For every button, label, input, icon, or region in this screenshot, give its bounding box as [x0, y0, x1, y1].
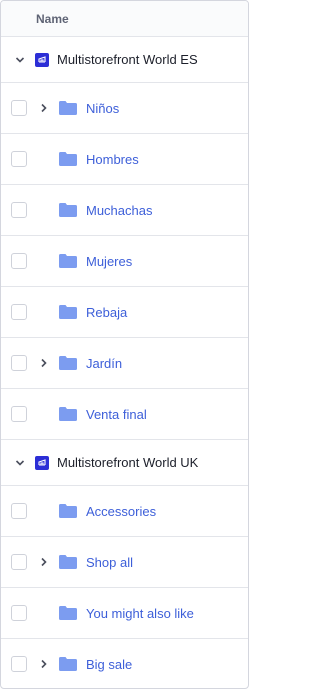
row-checkbox[interactable]: [11, 605, 27, 621]
row-checkbox[interactable]: [11, 355, 27, 371]
chevron-right-icon[interactable]: [39, 358, 49, 368]
chevron-placeholder: [39, 154, 49, 164]
category-link[interactable]: Venta final: [86, 407, 147, 422]
column-header-name[interactable]: Name: [1, 1, 248, 37]
store-group-label: Multistorefront World ES: [57, 52, 198, 67]
row-checkbox[interactable]: [11, 656, 27, 672]
category-link[interactable]: Jardín: [86, 356, 122, 371]
row-checkbox[interactable]: [11, 202, 27, 218]
folder-icon: [59, 555, 77, 569]
category-row[interactable]: Mujeres: [1, 236, 248, 287]
category-row[interactable]: Accessories: [1, 486, 248, 537]
category-row[interactable]: You might also like: [1, 588, 248, 639]
category-link[interactable]: Shop all: [86, 555, 133, 570]
folder-icon: [59, 606, 77, 620]
chevron-down-icon[interactable]: [15, 55, 25, 65]
category-row[interactable]: Muchachas: [1, 185, 248, 236]
row-checkbox[interactable]: [11, 100, 27, 116]
folder-icon: [59, 203, 77, 217]
chevron-placeholder: [39, 608, 49, 618]
store-group-row[interactable]: Multistorefront World ES: [1, 37, 248, 83]
store-group-row[interactable]: Multistorefront World UK: [1, 440, 248, 486]
category-link[interactable]: Niños: [86, 101, 119, 116]
category-link[interactable]: You might also like: [86, 606, 194, 621]
chevron-right-icon[interactable]: [39, 557, 49, 567]
row-checkbox[interactable]: [11, 151, 27, 167]
folder-icon: [59, 657, 77, 671]
row-checkbox[interactable]: [11, 554, 27, 570]
folder-icon: [59, 407, 77, 421]
folder-icon: [59, 504, 77, 518]
category-row[interactable]: Jardín: [1, 338, 248, 389]
category-link[interactable]: Accessories: [86, 504, 156, 519]
chevron-placeholder: [39, 506, 49, 516]
category-link[interactable]: Hombres: [86, 152, 139, 167]
folder-icon: [59, 305, 77, 319]
chevron-right-icon[interactable]: [39, 103, 49, 113]
category-row[interactable]: Venta final: [1, 389, 248, 440]
category-tree: Multistorefront World ES Niños Hombres Much…: [1, 37, 248, 688]
chevron-down-icon[interactable]: [15, 458, 25, 468]
chevron-placeholder: [39, 409, 49, 419]
row-checkbox[interactable]: [11, 406, 27, 422]
chevron-placeholder: [39, 205, 49, 215]
row-checkbox[interactable]: [11, 253, 27, 269]
category-link[interactable]: Rebaja: [86, 305, 127, 320]
category-row[interactable]: Big sale: [1, 639, 248, 688]
category-tree-panel: Name Multistorefront World ES Niños Hombre…: [0, 0, 249, 689]
category-row[interactable]: Rebaja: [1, 287, 248, 338]
category-row[interactable]: Niños: [1, 83, 248, 134]
folder-icon: [59, 254, 77, 268]
category-row[interactable]: Hombres: [1, 134, 248, 185]
folder-icon: [59, 356, 77, 370]
row-checkbox[interactable]: [11, 304, 27, 320]
row-checkbox[interactable]: [11, 503, 27, 519]
category-link[interactable]: Big sale: [86, 657, 132, 672]
storefront-icon: [35, 52, 49, 67]
column-header-label: Name: [36, 11, 69, 26]
chevron-placeholder: [39, 256, 49, 266]
folder-icon: [59, 152, 77, 166]
chevron-right-icon[interactable]: [39, 659, 49, 669]
category-link[interactable]: Muchachas: [86, 203, 152, 218]
folder-icon: [59, 101, 77, 115]
category-link[interactable]: Mujeres: [86, 254, 132, 269]
chevron-placeholder: [39, 307, 49, 317]
store-group-label: Multistorefront World UK: [57, 455, 199, 470]
storefront-icon: [35, 455, 49, 470]
category-row[interactable]: Shop all: [1, 537, 248, 588]
